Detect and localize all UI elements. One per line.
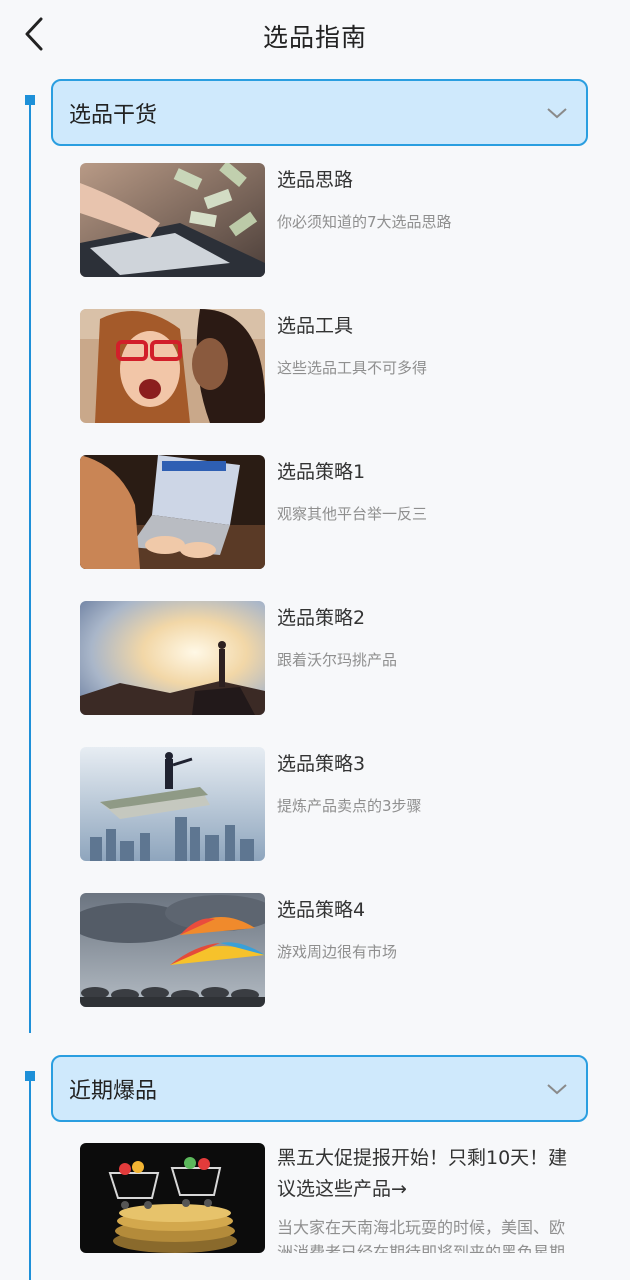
item-subtitle: 这些选品工具不可多得 — [277, 359, 428, 377]
item-title: 选品策略3 — [277, 753, 366, 775]
item-subtitle: 观察其他平台举一反三 — [277, 505, 428, 523]
thumbnail-image — [80, 747, 265, 861]
item-title: 选品策略1 — [277, 461, 366, 483]
item-title: 选品工具 — [277, 315, 354, 337]
section-title: 选品干货 — [69, 102, 158, 128]
item-subtitle: 当大家在天南海北玩耍的时候，美国、欧洲消费者已经在期待即将到来的黑色星期五啦 — [277, 1218, 566, 1253]
item-subtitle: 提炼产品卖点的3步骤 — [277, 797, 422, 815]
timeline-line — [29, 1074, 31, 1280]
section-title: 近期爆品 — [69, 1078, 158, 1104]
item-subtitle: 跟着沃尔玛挑产品 — [277, 651, 398, 669]
list-item[interactable]: 黑五大促提报开始！只剩10天！建议选这些产品→ 当大家在天南海北玩耍的时候，美国… — [80, 1143, 580, 1253]
item-subtitle: 游戏周边很有市场 — [277, 943, 398, 961]
page-title: 选品指南 — [262, 23, 367, 52]
thumbnail-image — [80, 893, 265, 1007]
list-item[interactable]: 选品策略3 提炼产品卖点的3步骤 — [80, 747, 580, 861]
item-title: 选品思路 — [277, 169, 354, 191]
list-item[interactable]: 选品策略2 跟着沃尔玛挑产品 — [80, 601, 580, 715]
item-title: 选品策略2 — [277, 607, 366, 629]
list-item[interactable]: 选品策略4 游戏周边很有市场 — [80, 893, 580, 1007]
timeline-dot — [25, 95, 35, 105]
thumbnail-image — [80, 601, 265, 715]
thumbnail-image — [80, 309, 265, 423]
thumbnail-image — [80, 1143, 265, 1253]
item-subtitle: 你必须知道的7大选品思路 — [277, 213, 452, 231]
list-item[interactable]: 选品思路 你必须知道的7大选品思路 — [80, 163, 580, 277]
timeline-line — [29, 98, 31, 1033]
item-title: 黑五大促提报开始！只剩10天！建议选这些产品→ — [277, 1147, 568, 1200]
thumbnail-image — [80, 163, 265, 277]
list-item[interactable]: 选品策略1 观察其他平台举一反三 — [80, 455, 580, 569]
item-title: 选品策略4 — [277, 899, 366, 921]
list-item[interactable]: 选品工具 这些选品工具不可多得 — [80, 309, 580, 423]
chevron-down-icon — [547, 1083, 567, 1094]
timeline-dot — [25, 1071, 35, 1081]
section-header-selection-tips[interactable]: 选品干货 — [51, 79, 588, 146]
chevron-down-icon — [547, 107, 567, 118]
section-header-recent-hot-products[interactable]: 近期爆品 — [51, 1055, 588, 1122]
thumbnail-image — [80, 455, 265, 569]
top-bar: 选品指南 — [0, 0, 630, 70]
